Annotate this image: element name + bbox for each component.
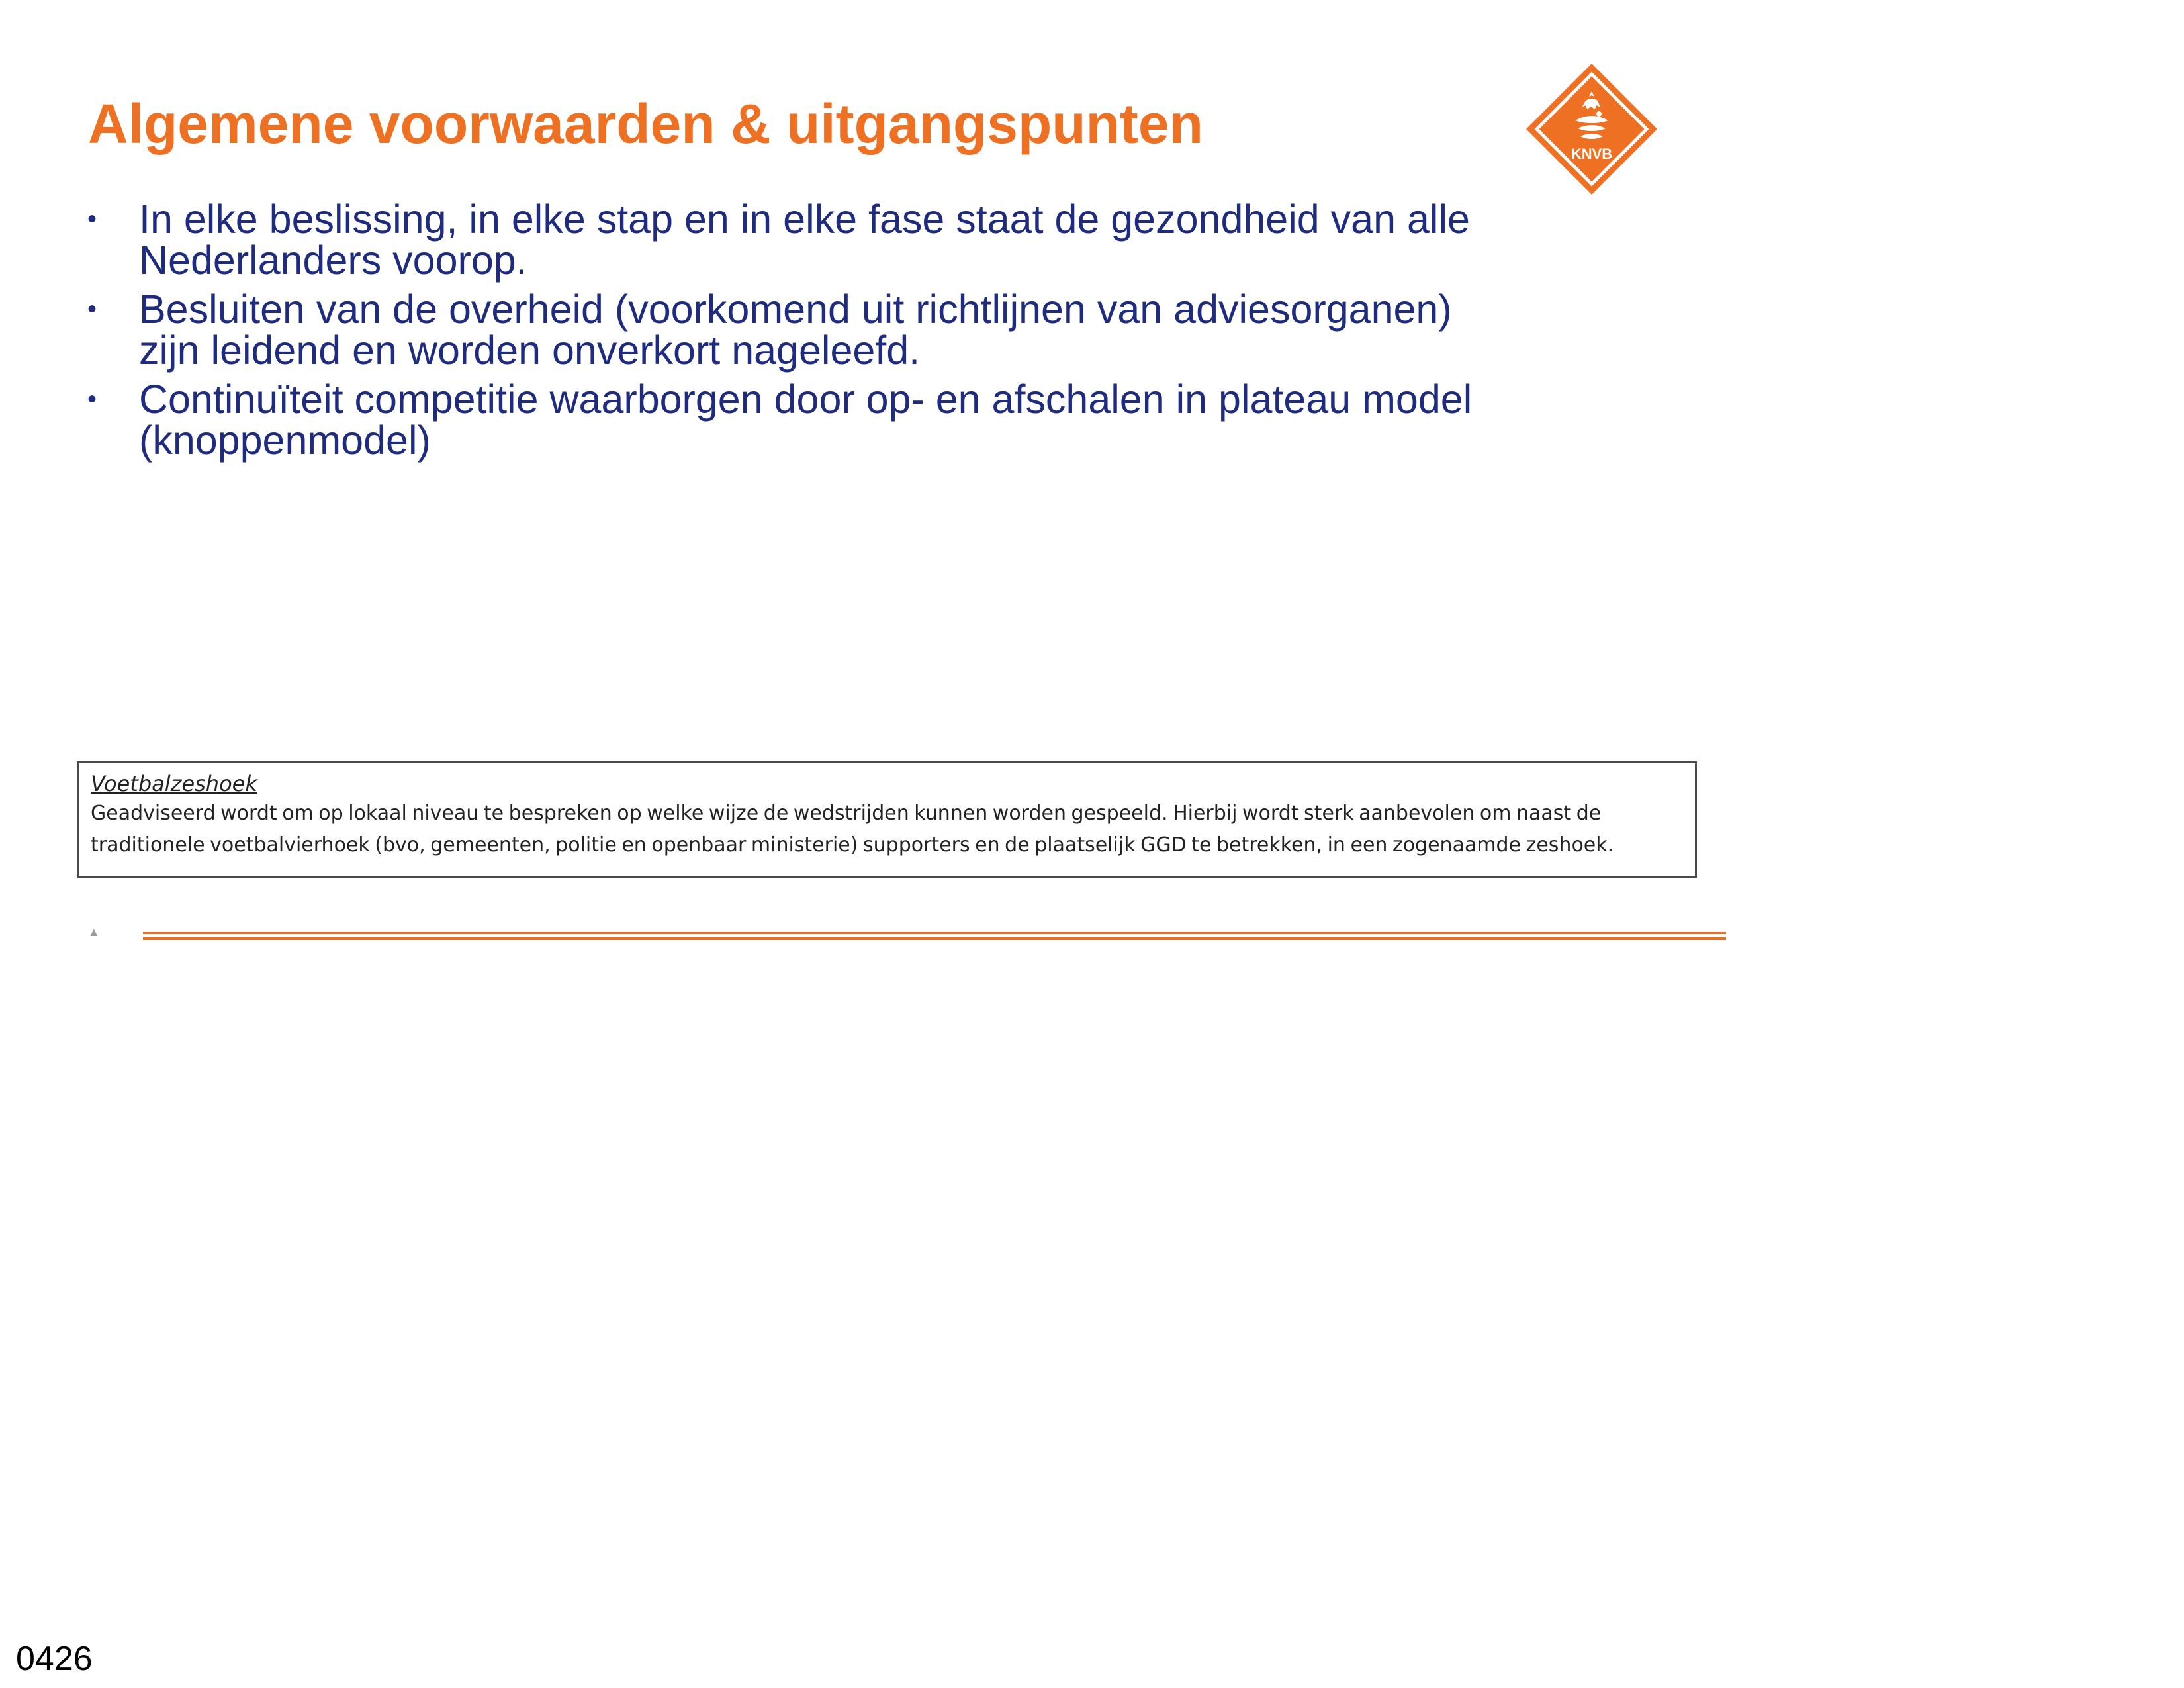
footer-mark: ▲	[88, 925, 100, 939]
note-text: Geadviseerd wordt om op lokaal niveau te…	[91, 802, 1614, 857]
page-number: 0426	[16, 1640, 93, 1678]
knvb-lion-logo-icon: KNVB	[1522, 60, 1661, 199]
logo-text: KNVB	[1571, 146, 1612, 162]
bullet-text: Besluiten van de overheid (voorkomend ui…	[139, 287, 1452, 373]
bullet-text: In elke beslissing, in elke stap en in e…	[139, 197, 1470, 283]
bullet-text: Continuïteit competitie waarborgen door …	[139, 377, 1473, 463]
bullet-item: • In elke beslissing, in elke stap en in…	[86, 199, 1509, 281]
slide: Algemene voorwaarden & uitgangspunten KN…	[0, 0, 1726, 1000]
bullet-dot-icon: •	[87, 385, 97, 414]
bullet-item: • Besluiten van de overheid (voorkomend …	[86, 289, 1509, 371]
bullet-item: • Continuïteit competitie waarborgen doo…	[86, 379, 1509, 461]
footer-divider	[143, 932, 1726, 940]
bullet-dot-icon: •	[87, 205, 97, 234]
bullet-dot-icon: •	[87, 295, 97, 324]
note-box: Voetbalzeshoek Geadviseerd wordt om op l…	[77, 761, 1697, 878]
slide-title: Algemene voorwaarden & uitgangspunten	[88, 93, 1203, 155]
bullet-list: • In elke beslissing, in elke stap en in…	[86, 199, 1509, 469]
note-title: Voetbalzeshoek	[91, 771, 257, 796]
